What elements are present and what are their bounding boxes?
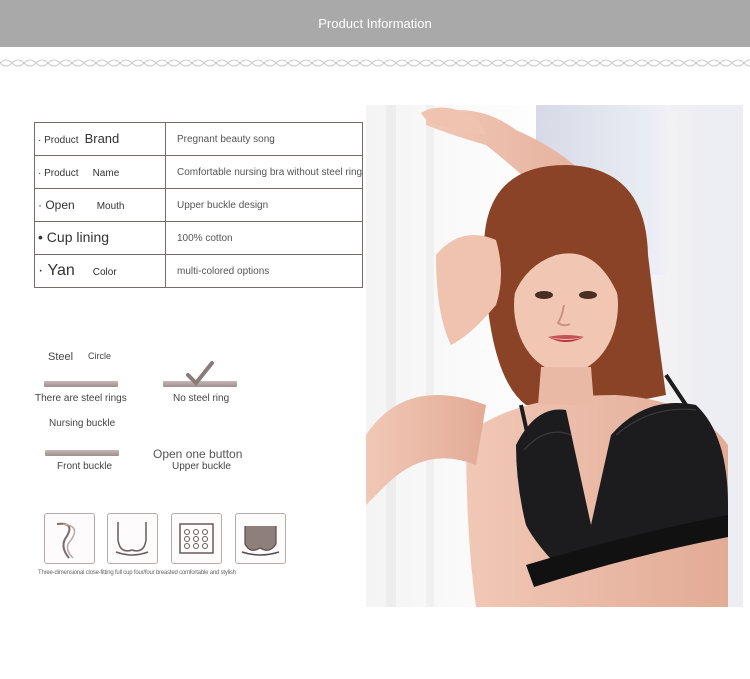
model-photo [366,105,743,607]
nursing-option-2-title: Open one button [153,447,243,461]
spec-row-opening: · Open Mouth Upper buckle design [34,188,364,222]
curve-cup-icon [44,513,95,564]
spec-key: · Yan Color [34,254,166,288]
spec-row-brand: · Product Brand Pregnant beauty song [34,122,364,156]
nursing-title: Nursing buckle [49,418,116,429]
steel-title-suffix: Circle [88,351,112,361]
wave-divider [0,59,750,67]
spec-table: · Product Brand Pregnant beauty song · Pr… [34,122,364,288]
spec-value: Pregnant beauty song [164,122,364,156]
spec-key-word: Color [92,267,117,278]
hook-eye-fastener-icon [171,513,222,564]
steel-ring-bar [44,381,118,387]
spec-key-prefix: · Yan [38,262,75,279]
spec-key: · Open Mouth [34,188,166,222]
spec-value: Upper buckle design [164,188,364,222]
lace-bra-icon [235,513,286,564]
spec-value: multi-colored options [164,254,364,288]
spec-row-color: · Yan Color multi-colored options [34,254,364,288]
spec-value: Comfortable nursing bra without steel ri… [164,155,364,189]
nursing-option-1: Front buckle [57,461,113,472]
spec-value: 100% cotton [164,221,364,255]
header-banner: Product Information [0,0,750,47]
spec-key-prefix: • Cup lining [38,229,110,245]
spec-key-word: Name [92,168,120,179]
spec-key-word: Mouth [96,201,125,212]
spec-row-lining: • Cup lining 100% cotton [34,221,364,255]
spec-row-name: · Product Name Comfortable nursing bra wi… [34,155,364,189]
spec-key-prefix: · Product [38,168,79,179]
steel-title: Steel [48,351,74,363]
spec-key: • Cup lining [34,221,166,255]
feature-caption: Three-dimensional close-fitting full cup… [38,570,236,576]
steel-option-2: No steel ring [173,393,230,404]
nursing-option-2: Upper buckle [172,461,231,472]
spec-key-prefix: · Product [38,135,79,146]
header-title: Product Information [318,16,432,31]
full-cup-bra-icon [107,513,158,564]
spec-key-prefix: · Open [38,198,75,212]
steel-option-1: There are steel rings [35,393,127,404]
checkmark-icon [186,361,214,386]
spec-key: · Product Brand [34,122,166,156]
spec-key-word: Brand [84,131,120,146]
front-buckle-bar [45,450,119,456]
spec-key: · Product Name [34,155,166,189]
